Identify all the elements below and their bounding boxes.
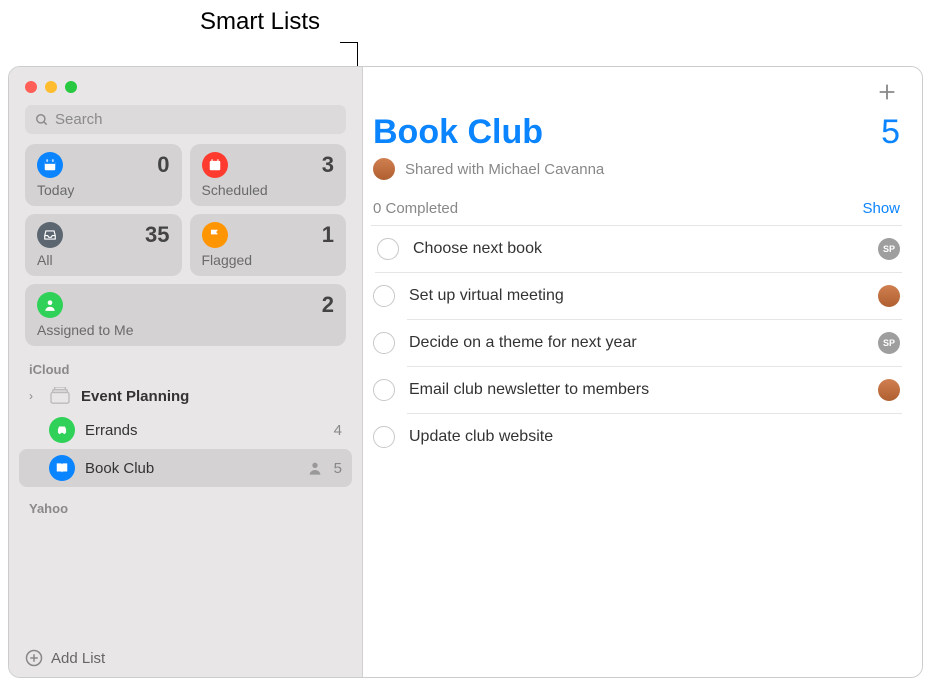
book-icon <box>49 455 75 481</box>
task-checkbox[interactable] <box>377 238 399 260</box>
task-label: Email club newsletter to members <box>409 381 864 399</box>
today-label: Today <box>37 182 170 198</box>
task-label: Update club website <box>409 428 900 446</box>
task-row[interactable]: Set up virtual meeting <box>407 273 902 320</box>
task-row[interactable]: Email club newsletter to members <box>407 367 902 414</box>
scheduled-label: Scheduled <box>202 182 335 198</box>
today-count: 0 <box>157 152 169 178</box>
group-icon <box>49 387 71 405</box>
sidebar-item-book-club[interactable]: Book Club 5 <box>19 449 352 487</box>
calendar-icon <box>202 152 228 178</box>
smart-list-assigned[interactable]: 2 Assigned to Me <box>25 284 346 346</box>
section-header-icloud[interactable]: iCloud <box>9 354 362 381</box>
show-completed-button[interactable]: Show <box>862 200 900 217</box>
task-checkbox[interactable] <box>373 379 395 401</box>
chevron-right-icon: › <box>29 389 39 403</box>
smart-lists-grid: 0 Today 3 Scheduled 35 <box>9 144 362 354</box>
sidebar-item-count: 5 <box>334 460 342 477</box>
maximize-button[interactable] <box>65 81 77 93</box>
assigned-label: Assigned to Me <box>37 322 334 338</box>
task-row[interactable]: Update club website <box>407 414 902 460</box>
sidebar-item-errands[interactable]: Errands 4 <box>9 411 362 449</box>
scheduled-count: 3 <box>322 152 334 178</box>
avatar <box>373 158 395 180</box>
shared-icon <box>306 460 324 476</box>
tray-icon <box>37 222 63 248</box>
search-input[interactable]: Search <box>25 105 346 134</box>
smart-list-flagged[interactable]: 1 Flagged <box>190 214 347 276</box>
section-header-yahoo[interactable]: Yahoo <box>9 487 362 520</box>
task-row[interactable]: Choose next book SP <box>375 226 902 273</box>
sidebar-item-event-planning[interactable]: › Event Planning <box>9 381 362 411</box>
all-label: All <box>37 252 170 268</box>
sidebar-item-count: 4 <box>334 422 342 439</box>
annotation-line <box>340 42 358 43</box>
window-controls <box>9 67 362 103</box>
list-count: 5 <box>881 113 900 152</box>
add-reminder-button[interactable] <box>876 81 898 103</box>
smart-list-today[interactable]: 0 Today <box>25 144 182 206</box>
plus-circle-icon <box>25 649 43 667</box>
task-checkbox[interactable] <box>373 285 395 307</box>
shared-with-row[interactable]: Shared with Michael Cavanna <box>371 152 902 196</box>
smart-list-scheduled[interactable]: 3 Scheduled <box>190 144 347 206</box>
reminders-window: Search 0 Today 3 Schedule <box>8 66 923 678</box>
task-checkbox[interactable] <box>373 332 395 354</box>
sidebar: Search 0 Today 3 Schedule <box>9 67 363 677</box>
completed-count: 0 Completed <box>373 200 458 217</box>
person-icon <box>37 292 63 318</box>
task-label: Choose next book <box>413 240 864 258</box>
flagged-count: 1 <box>322 222 334 248</box>
task-label: Set up virtual meeting <box>409 287 864 305</box>
flag-icon <box>202 222 228 248</box>
assigned-count: 2 <box>322 292 334 318</box>
search-icon <box>35 113 49 127</box>
task-row[interactable]: Decide on a theme for next year SP <box>407 320 902 367</box>
car-icon <box>49 417 75 443</box>
task-list: Choose next book SP Set up virtual meeti… <box>371 226 902 460</box>
assignee-avatar <box>878 285 900 307</box>
assignee-badge: SP <box>878 238 900 260</box>
task-label: Decide on a theme for next year <box>409 334 864 352</box>
sidebar-item-label: Event Planning <box>81 388 342 405</box>
sidebar-item-label: Errands <box>85 422 324 439</box>
task-checkbox[interactable] <box>373 426 395 448</box>
list-title: Book Club <box>373 113 543 152</box>
add-list-label: Add List <box>51 650 105 667</box>
calendar-icon <box>37 152 63 178</box>
annotation-smart-lists-label: Smart Lists <box>200 8 320 36</box>
search-placeholder: Search <box>55 111 103 128</box>
main-content: Book Club 5 Shared with Michael Cavanna … <box>363 67 922 677</box>
close-button[interactable] <box>25 81 37 93</box>
assignee-badge: SP <box>878 332 900 354</box>
all-count: 35 <box>145 222 169 248</box>
shared-with-label: Shared with Michael Cavanna <box>405 161 604 178</box>
assignee-avatar <box>878 379 900 401</box>
sidebar-item-label: Book Club <box>85 460 296 477</box>
flagged-label: Flagged <box>202 252 335 268</box>
minimize-button[interactable] <box>45 81 57 93</box>
add-list-button[interactable]: Add List <box>9 638 362 677</box>
smart-list-all[interactable]: 35 All <box>25 214 182 276</box>
